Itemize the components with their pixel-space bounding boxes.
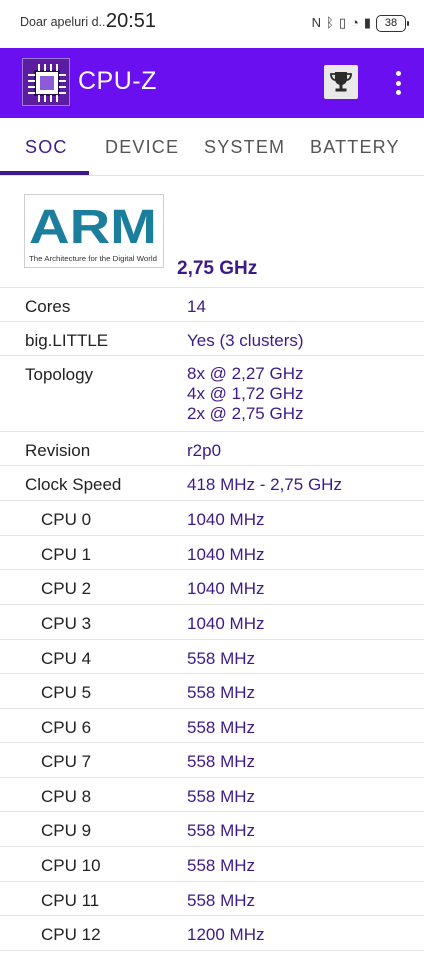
row-cpu-10: CPU 10 558 MHz — [0, 847, 424, 882]
row-value: 558 MHz — [187, 649, 256, 668]
row-big-little: big.LITTLE Yes (3 clusters) — [0, 322, 424, 356]
status-icons: N ᛒ ▯ ◔ ▮ 38 — [311, 13, 409, 33]
row-label: CPU 0 — [41, 510, 92, 529]
overflow-menu-button[interactable] — [388, 67, 408, 99]
row-label: CPU 9 — [41, 821, 92, 840]
row-label: CPU 6 — [41, 718, 92, 737]
tab-device[interactable]: DEVICE — [105, 137, 179, 158]
topology-values: 8x @ 2,27 GHz 4x @ 1,72 GHz 2x @ 2,75 GH… — [187, 364, 303, 424]
row-value: 1040 MHz — [187, 579, 265, 598]
row-cpu-6: CPU 6 558 MHz — [0, 709, 424, 743]
arm-logo: ARM The Architecture for the Digital Wor… — [24, 194, 164, 268]
row-cpu-11: CPU 11 558 MHz — [0, 882, 424, 916]
row-value: 1040 MHz — [187, 614, 265, 633]
row-label: Topology — [25, 365, 94, 384]
row-label: CPU 8 — [41, 787, 92, 806]
row-cpu-4: CPU 4 558 MHz — [0, 640, 424, 674]
row-label: CPU 4 — [41, 649, 92, 668]
row-label: CPU 2 — [41, 579, 92, 598]
wifi-icon: ◔ — [350, 15, 359, 30]
row-clock-speed: Clock Speed 418 MHz - 2,75 GHz — [0, 466, 424, 501]
row-cores: Cores 14 — [0, 288, 424, 322]
cpu-chip-icon — [22, 58, 70, 106]
row-value: 558 MHz — [187, 821, 256, 840]
trophy-button[interactable] — [324, 65, 358, 99]
row-label: Revision — [25, 441, 91, 460]
row-label: CPU 10 — [41, 856, 101, 875]
carrier-label: Doar apeluri d... — [20, 15, 109, 29]
row-value: 558 MHz — [187, 683, 256, 702]
row-value: Yes (3 clusters) — [187, 331, 304, 350]
app-title: CPU-Z — [78, 67, 157, 95]
nfc-icon: N — [311, 15, 322, 30]
topology-cluster: 4x @ 1,72 GHz — [187, 384, 304, 403]
row-value: 418 MHz - 2,75 GHz — [187, 475, 342, 494]
arm-logo-wordmark: ARM — [29, 201, 157, 254]
row-value: 558 MHz — [187, 891, 256, 910]
row-value: 558 MHz — [187, 718, 256, 737]
arm-logo-tagline: The Architecture for the Digital World — [29, 254, 157, 263]
row-topology: Topology 8x @ 2,27 GHz 4x @ 1,72 GHz 2x … — [0, 356, 424, 432]
topology-cluster: 8x @ 2,27 GHz — [187, 364, 304, 383]
row-label: CPU 1 — [41, 545, 92, 564]
row-value: 1040 MHz — [187, 545, 265, 564]
row-value: 558 MHz — [187, 856, 256, 875]
row-label: Clock Speed — [25, 475, 122, 494]
tab-bar: SOC DEVICE SYSTEM BATTERY — [0, 118, 424, 176]
row-cpu-5: CPU 5 558 MHz — [0, 674, 424, 709]
row-value: 558 MHz — [187, 787, 256, 806]
row-label: CPU 12 — [41, 925, 101, 944]
row-label: Cores — [25, 297, 71, 316]
status-bar: Doar apeluri d... 20:51 N ᛒ ▯ ◔ ▮ 38 — [0, 0, 424, 48]
clock: 20:51 — [106, 10, 157, 32]
app-bar: CPU-Z — [0, 48, 424, 118]
soc-header: ARM The Architecture for the Digital Wor… — [0, 176, 424, 288]
tab-battery[interactable]: BATTERY — [310, 137, 400, 158]
row-value: 558 MHz — [187, 752, 256, 771]
row-cpu-12: CPU 12 1200 MHz — [0, 916, 424, 951]
max-frequency: 2,75 GHz — [177, 258, 258, 279]
row-cpu-2: CPU 2 1040 MHz — [0, 570, 424, 605]
row-cpu-9: CPU 9 558 MHz — [0, 812, 424, 847]
row-value: r2p0 — [187, 441, 222, 460]
row-value: 1200 MHz — [187, 925, 265, 944]
tab-system[interactable]: SYSTEM — [204, 137, 285, 158]
topology-cluster: 2x @ 2,75 GHz — [187, 404, 304, 423]
row-value: 1040 MHz — [187, 510, 265, 529]
battery-icon: 38 — [376, 14, 409, 32]
bluetooth-icon: ᛒ — [326, 15, 334, 30]
row-value: 14 — [187, 297, 206, 316]
row-label: CPU 7 — [41, 752, 92, 771]
row-cpu-8: CPU 8 558 MHz — [0, 778, 424, 812]
battery-level: 38 — [384, 17, 398, 29]
row-cpu-7: CPU 7 558 MHz — [0, 743, 424, 778]
more-vertical-icon — [395, 71, 401, 76]
row-cpu-3: CPU 3 1040 MHz — [0, 605, 424, 640]
row-label: CPU 3 — [41, 614, 92, 633]
row-cpu-1: CPU 1 1040 MHz — [0, 536, 424, 570]
tab-soc[interactable]: SOC — [25, 137, 68, 158]
trophy-icon — [330, 72, 352, 92]
row-revision: Revision r2p0 — [0, 432, 424, 466]
row-label: big.LITTLE — [25, 331, 109, 350]
row-cpu-0: CPU 0 1040 MHz — [0, 501, 424, 536]
tab-indicator — [0, 171, 89, 175]
row-label: CPU 11 — [41, 891, 100, 910]
sim-alert-icon: ▮ — [363, 15, 371, 30]
vibrate-icon: ▯ — [338, 15, 346, 30]
row-label: CPU 5 — [41, 683, 92, 702]
